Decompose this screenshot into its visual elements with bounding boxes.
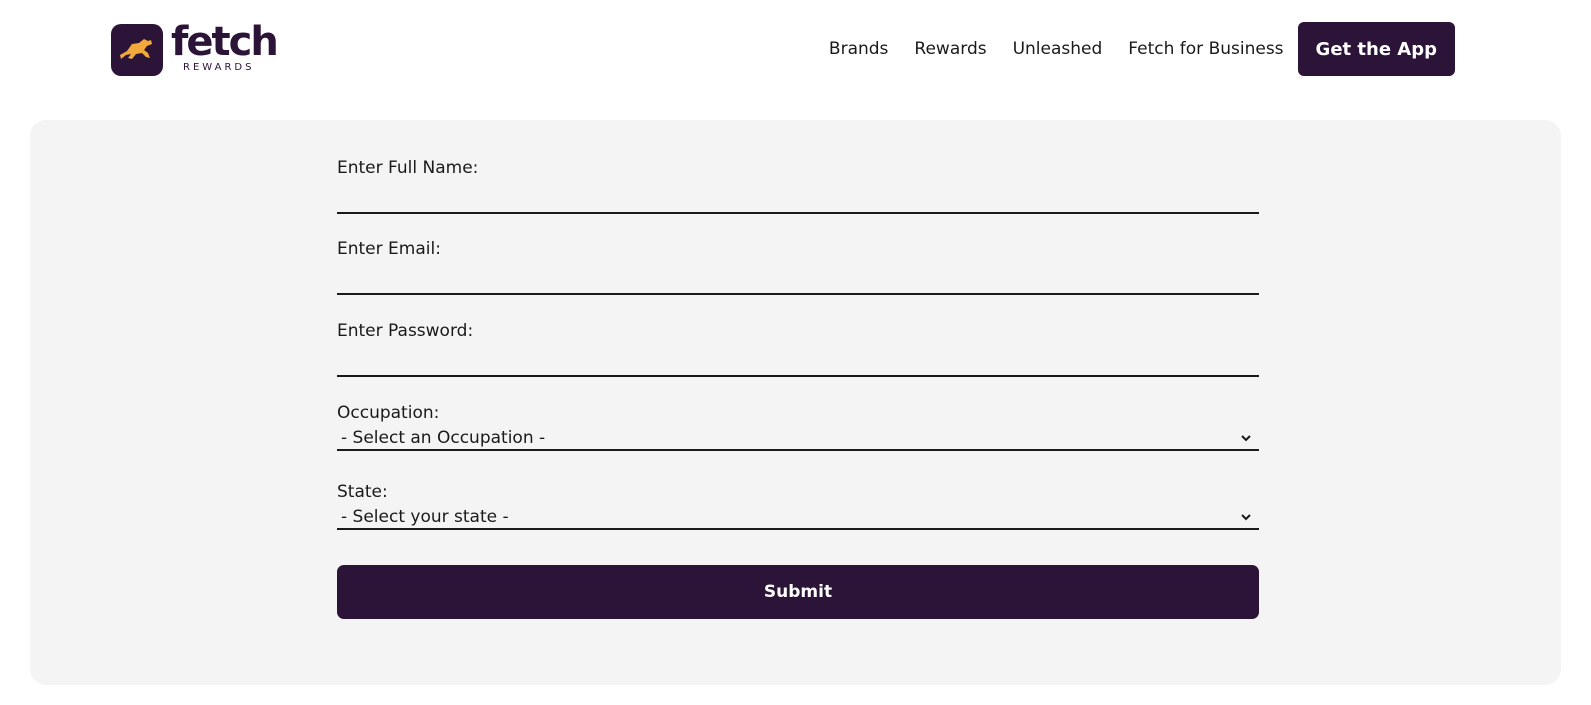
signup-form: Enter Full Name: Enter Email: Enter Pass… — [337, 156, 1259, 619]
submit-button[interactable]: Submit — [337, 565, 1259, 619]
main-nav: Brands Rewards Unleashed Fetch for Busin… — [803, 22, 1455, 76]
get-the-app-button[interactable]: Get the App — [1297, 22, 1455, 76]
full-name-label: Enter Full Name: — [337, 158, 479, 178]
occupation-selected-value: - Select an Occupation - — [341, 428, 546, 448]
fetch-rewards-logo[interactable]: fetch REWARDS — [111, 19, 281, 78]
state-field: State: - Select your state - — [337, 480, 1259, 530]
signup-panel: Enter Full Name: Enter Email: Enter Pass… — [30, 120, 1561, 685]
occupation-select[interactable]: - Select an Occupation - — [337, 427, 1259, 451]
full-name-field: Enter Full Name: — [337, 156, 1259, 214]
logo-subword: REWARDS — [183, 62, 255, 73]
nav-link-brands[interactable]: Brands — [829, 39, 889, 59]
state-select[interactable]: - Select your state - — [337, 506, 1259, 530]
email-label: Enter Email: — [337, 239, 441, 259]
occupation-label: Occupation: — [337, 403, 440, 423]
email-field: Enter Email: — [337, 237, 1259, 295]
occupation-field: Occupation: - Select an Occupation - — [337, 401, 1259, 451]
full-name-input[interactable] — [337, 186, 1259, 214]
nav-link-fetch-for-business[interactable]: Fetch for Business — [1128, 39, 1283, 59]
dog-logo-badge — [111, 24, 163, 76]
chevron-down-icon — [1241, 514, 1251, 521]
logo-word: fetch — [171, 19, 279, 65]
nav-link-rewards[interactable]: Rewards — [914, 39, 986, 59]
chevron-down-icon — [1241, 435, 1251, 442]
password-label: Enter Password: — [337, 321, 474, 341]
state-label: State: — [337, 482, 388, 502]
nav-link-unleashed[interactable]: Unleashed — [1013, 39, 1103, 59]
logo-wordmark: fetch REWARDS — [171, 19, 279, 78]
password-input[interactable] — [337, 349, 1259, 377]
password-field: Enter Password: — [337, 319, 1259, 377]
running-dog-icon — [120, 39, 152, 59]
state-selected-value: - Select your state - — [341, 507, 509, 527]
site-header: fetch REWARDS Brands Rewards Unleashed F… — [0, 0, 1591, 98]
email-input[interactable] — [337, 267, 1259, 295]
